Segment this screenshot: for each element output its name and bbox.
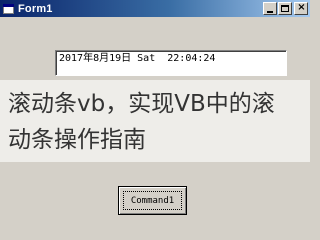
minimize-button[interactable]: [263, 2, 277, 15]
close-button[interactable]: ×: [294, 2, 308, 15]
minimize-icon: [267, 11, 273, 13]
caption-overlay: 滚动条vb，实现VB中的滚 动条操作指南: [0, 80, 310, 162]
close-icon: ×: [297, 2, 306, 13]
caption-line-1: 滚动条vb，实现VB中的滚: [8, 91, 275, 117]
maximize-button[interactable]: [278, 2, 292, 15]
caption-line-2: 动条操作指南: [8, 127, 146, 153]
focus-rectangle: [123, 191, 182, 210]
window-title: Form1: [18, 2, 53, 15]
datetime-textbox[interactable]: 2017年8月19日 Sat 22:04:24: [55, 50, 287, 76]
title-bar[interactable]: Form1 ×: [0, 0, 310, 17]
form1-window: Form1 × 2017年8月19日 Sat 22:04:24 滚动条vb，实现…: [0, 0, 310, 230]
form-icon[interactable]: [3, 3, 15, 15]
title-buttons: ×: [262, 2, 308, 15]
command1-button[interactable]: Command1: [118, 186, 187, 215]
maximize-icon: [281, 5, 289, 12]
